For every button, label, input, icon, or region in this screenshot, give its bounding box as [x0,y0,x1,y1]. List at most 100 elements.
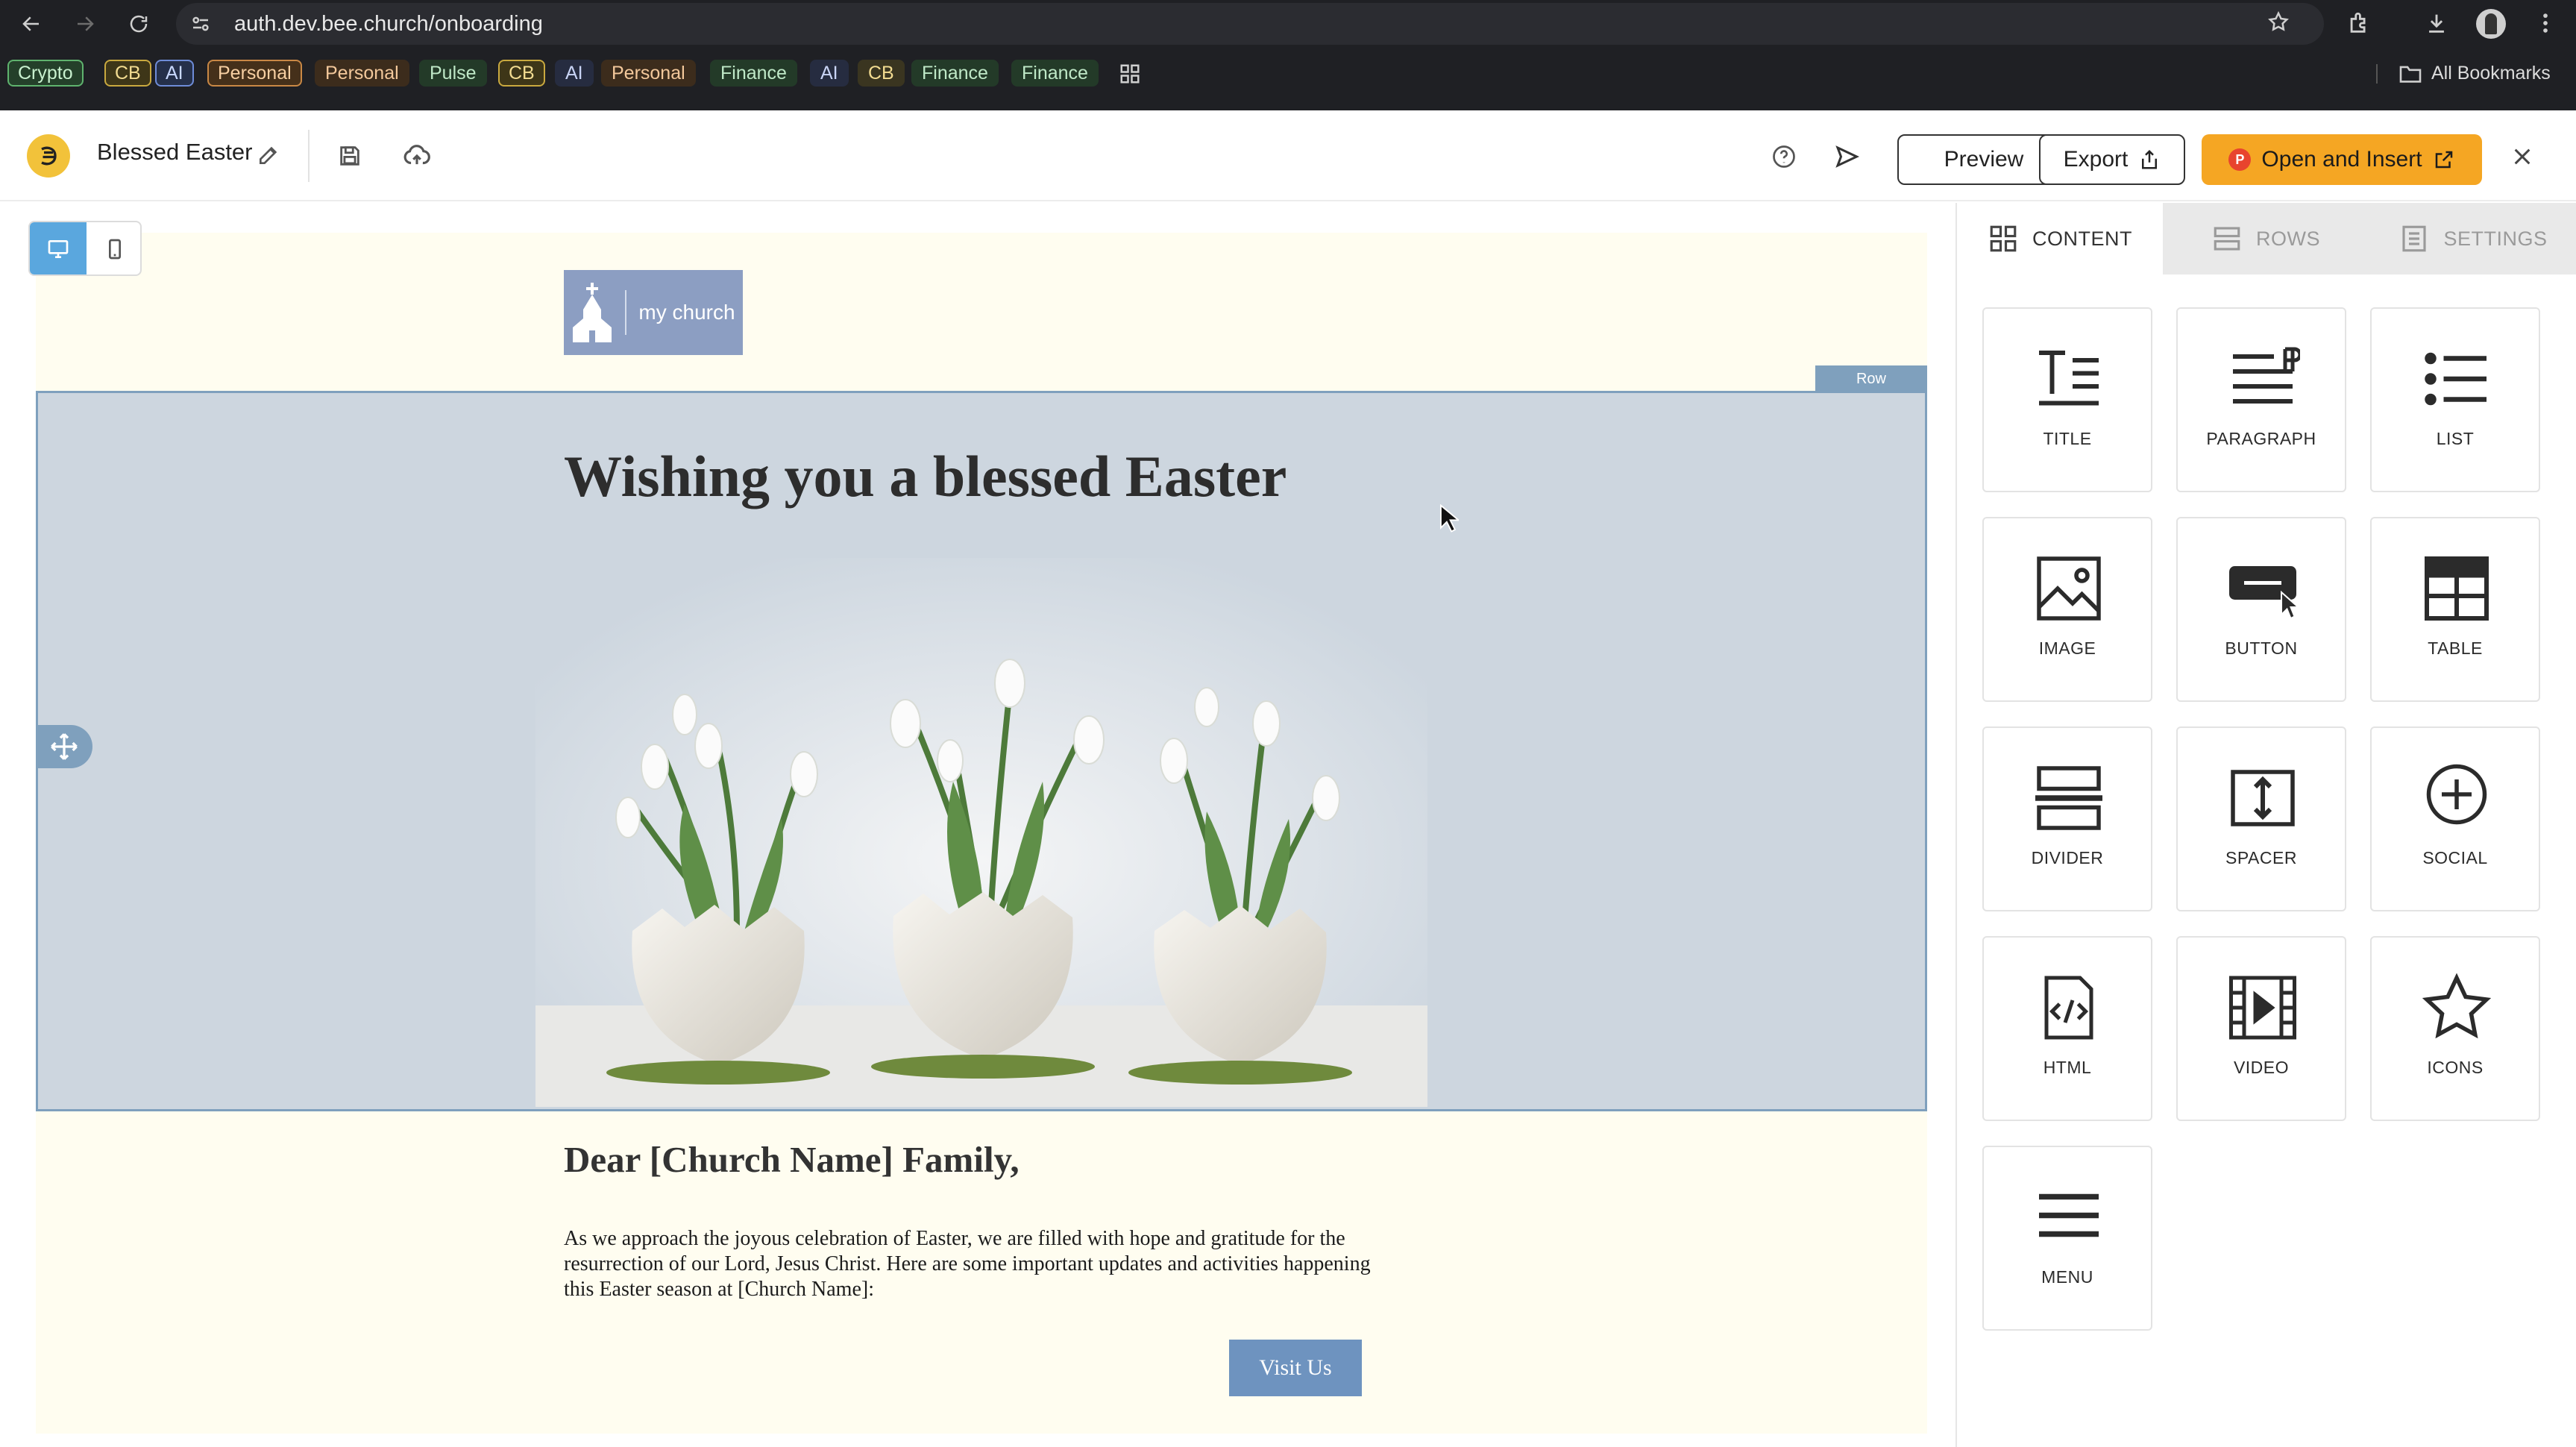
send-icon[interactable] [1833,143,1860,170]
reload-button[interactable] [122,7,155,40]
tile-menu[interactable]: MENU [1982,1146,2152,1331]
address-bar[interactable]: auth.dev.bee.church/onboarding [176,3,2324,45]
open-and-insert-button[interactable]: P Open and Insert [2202,134,2482,185]
greeting-heading[interactable]: Dear [Church Name] Family, [564,1138,1020,1181]
bookmark-item[interactable]: CB [104,60,151,87]
arrow-left-icon [22,16,39,31]
tab-rows[interactable]: ROWS [2163,203,2369,274]
bookmark-item[interactable]: CB [498,60,545,87]
tile-icons[interactable]: ICONS [2370,936,2540,1121]
apps-grid-icon[interactable] [1119,63,1141,85]
tile-icons-label: ICONS [2427,1058,2484,1077]
tile-title[interactable]: TITLE [1982,307,2152,492]
tile-spacer-label: SPACER [2225,848,2297,867]
bookmark-item[interactable]: Finance [710,60,797,87]
desktop-view-button[interactable] [30,222,87,274]
cloud-upload-icon[interactable] [403,142,431,170]
intro-paragraph[interactable]: As we approach the joyous celebration of… [564,1226,1384,1302]
table-icon [2425,556,2489,621]
tile-image[interactable]: IMAGE [1982,517,2152,702]
tile-paragraph-label: PARAGRAPH [2206,429,2316,448]
close-icon[interactable] [2510,145,2534,169]
tile-list-label: LIST [2436,429,2475,448]
church-logo-image[interactable]: my church [564,270,743,355]
app-badge-icon: P [2228,148,2252,171]
bookmark-item[interactable]: AI [810,60,849,87]
edit-pencil-icon[interactable] [257,143,280,167]
bookmark-item[interactable]: Personal [207,60,302,87]
open-and-insert-label: Open and Insert [2261,147,2422,172]
paragraph-icon [2233,347,2300,404]
tab-content-label: CONTENT [2032,227,2132,250]
bookmark-item[interactable]: Personal [315,60,409,87]
content-sidebar: CONTENT ROWS SETTINGS TITLE PARAGRAPH LI… [1955,203,2576,1447]
bookmark-item[interactable]: Personal [601,60,696,87]
church-logo-text: my church [638,301,735,324]
bookmark-item[interactable]: Finance [1011,60,1099,87]
bookmark-item[interactable]: Finance [911,60,999,87]
more-menu-icon[interactable] [2533,10,2558,36]
bookmark-star-icon[interactable] [2267,10,2290,33]
bookmark-item[interactable]: AI [155,60,194,87]
tab-settings[interactable]: SETTINGS [2369,203,2576,274]
mobile-view-button[interactable] [87,222,140,274]
bookmark-item[interactable]: Crypto [7,60,84,87]
tile-html-label: HTML [2043,1058,2092,1077]
bee-logo[interactable] [27,134,70,178]
folder-icon [2399,66,2422,83]
settings-doc-icon [2402,225,2427,252]
download-icon[interactable] [2424,10,2449,36]
tile-spacer[interactable]: SPACER [2176,726,2346,911]
tile-table[interactable]: TABLE [2370,517,2540,702]
row-move-handle[interactable] [36,725,92,768]
church-building-icon [573,283,612,342]
social-plus-icon [2426,764,2487,825]
export-button-label: Export [2063,147,2129,172]
site-settings-icon[interactable] [189,13,212,35]
profile-avatar[interactable] [2476,9,2506,39]
divider-icon [2035,766,2102,830]
tile-video[interactable]: VIDEO [2176,936,2346,1121]
tile-divider[interactable]: DIVIDER [1982,726,2152,911]
export-button[interactable]: Export [2039,134,2185,185]
visit-us-button[interactable]: Visit Us [1229,1340,1362,1396]
all-bookmarks-link[interactable]: All Bookmarks [2431,60,2551,87]
editor-header: Blessed Easter Preview Export P Open and… [0,110,2576,201]
bookmark-item[interactable]: Pulse [419,60,487,87]
extensions-icon[interactable] [2346,10,2372,36]
tile-html[interactable]: HTML [1982,936,2152,1121]
desktop-icon [48,240,69,258]
tile-button-label: BUTTON [2225,638,2298,658]
bookmarks-bar: All Bookmarks Crypto CB AI Personal Personal… [0,60,2576,95]
header-divider [308,130,310,182]
email-heading[interactable]: Wishing you a blessed Easter [564,443,1369,510]
tile-list[interactable]: LIST [2370,307,2540,492]
tab-settings-label: SETTINGS [2443,227,2548,250]
move-arrows-icon [51,733,78,760]
forward-button[interactable] [69,7,101,40]
editor-canvas: my church Row Wishing you a blessed East… [0,203,1955,1447]
logo-divider [625,290,627,335]
back-button[interactable] [15,7,48,40]
url-text[interactable]: auth.dev.bee.church/onboarding [234,3,543,45]
reload-icon [130,15,148,33]
mobile-icon [109,239,121,260]
document-title: Blessed Easter [97,139,253,165]
easter-flowers-image[interactable] [535,558,1427,1107]
tile-paragraph[interactable]: PARAGRAPH [2176,307,2346,492]
content-grid-icon [1990,225,2017,252]
bookmarks-separator [2376,64,2378,84]
tile-social[interactable]: SOCIAL [2370,726,2540,911]
save-icon[interactable] [337,143,362,169]
tile-button[interactable]: BUTTON [2176,517,2346,702]
tab-content[interactable]: CONTENT [1957,203,2163,274]
row-label-tag[interactable]: Row [1815,365,1927,392]
bookmark-item[interactable]: CB [858,60,905,87]
mouse-cursor-icon [1439,504,1459,533]
tile-title-label: TITLE [2043,429,2092,448]
help-icon[interactable] [1771,143,1797,170]
bookmark-item[interactable]: AI [555,60,594,87]
share-upload-icon [2142,149,2158,169]
toolbar: auth.dev.bee.church/onboarding [0,0,2576,48]
spacer-icon [2231,770,2295,826]
